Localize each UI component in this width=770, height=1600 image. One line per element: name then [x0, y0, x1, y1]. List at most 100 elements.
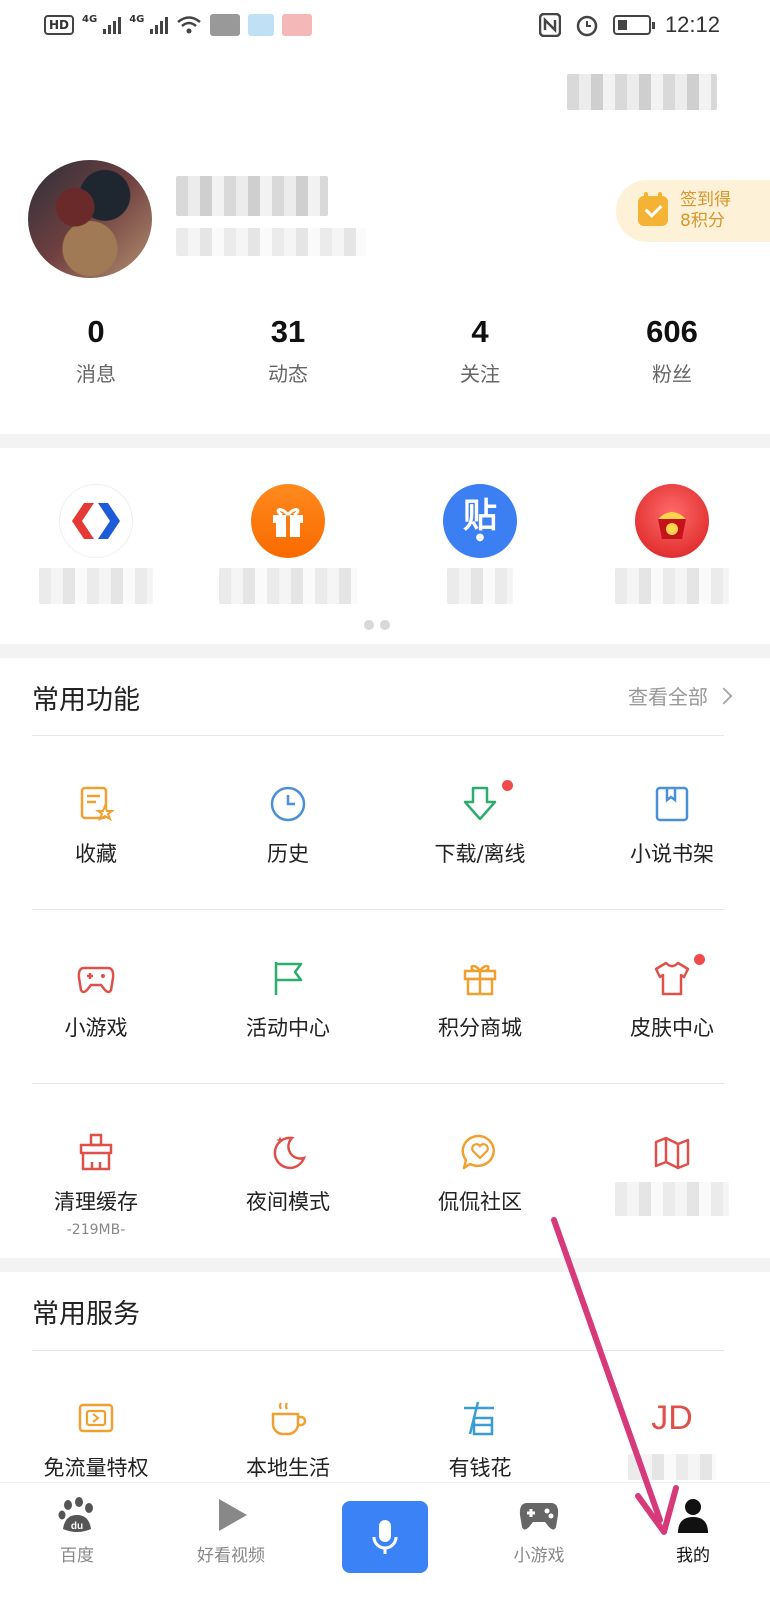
- nav-video[interactable]: 好看视频: [154, 1483, 308, 1600]
- bottom-nav: du 百度 好看视频 小游戏 我的: [0, 1482, 770, 1600]
- network-type-1: 4G: [82, 14, 98, 25]
- nav-mini-games[interactable]: 小游戏: [462, 1483, 616, 1600]
- function-mini-games[interactable]: 小游戏: [0, 958, 192, 1042]
- see-all-label: 查看全部: [628, 685, 708, 709]
- stat-messages[interactable]: 0 消息: [0, 312, 192, 387]
- function-bookshelf[interactable]: 小说书架: [576, 784, 768, 868]
- stat-label: 关注: [460, 362, 500, 386]
- function-night-mode[interactable]: 夜间模式: [192, 1132, 384, 1238]
- common-functions-title: 常用功能: [32, 685, 140, 716]
- tieba-icon: 贴 ●: [443, 484, 517, 558]
- divider: [32, 1083, 724, 1084]
- function-redacted[interactable]: [576, 1132, 768, 1238]
- function-download[interactable]: 下载/离线: [384, 780, 576, 868]
- wifi-icon: [177, 16, 202, 34]
- network-type-2: 4G: [129, 14, 145, 25]
- notification-dot: [502, 780, 513, 791]
- notification-dot: [694, 954, 705, 965]
- shortcut-app-4[interactable]: [576, 484, 768, 604]
- nav-label: 小游戏: [513, 1546, 565, 1566]
- microphone-icon: [372, 1520, 398, 1554]
- see-all-link[interactable]: 查看全部: [628, 681, 733, 710]
- service-free-data[interactable]: 免流量特权: [0, 1398, 192, 1482]
- section-divider: [0, 434, 770, 448]
- signal-icon: [103, 16, 122, 34]
- stat-followers[interactable]: 606 粉丝: [576, 312, 768, 387]
- jd-logo-icon: JD: [651, 1399, 693, 1437]
- redacted-username: [176, 176, 328, 216]
- function-history[interactable]: 历史: [192, 784, 384, 868]
- redacted-app-name: [219, 568, 357, 604]
- function-activity-center[interactable]: 活动中心: [192, 958, 384, 1042]
- flag-icon: [274, 962, 303, 995]
- service-label: 有钱花: [448, 1456, 512, 1480]
- redacted-user-subtitle: [176, 228, 366, 256]
- shortcut-app-tieba[interactable]: 贴 ●: [384, 484, 576, 604]
- stat-posts[interactable]: 31 动态: [192, 312, 384, 387]
- function-community[interactable]: 侃侃社区: [384, 1132, 576, 1238]
- cache-size: -219MB-: [66, 1222, 126, 1238]
- notification-blur: [210, 14, 241, 36]
- baidu-du-text: du: [71, 1521, 83, 1532]
- coffee-cup-icon: [271, 1402, 307, 1436]
- stat-value: 31: [270, 314, 306, 349]
- favorites-icon: [80, 786, 115, 822]
- nav-baidu[interactable]: du 百度: [0, 1483, 154, 1600]
- functions-row-2: 小游戏 活动中心 积分商城 皮肤中心: [0, 954, 770, 1042]
- service-youqianhua[interactable]: 有钱花: [384, 1398, 576, 1482]
- gift-icon: [251, 484, 325, 558]
- function-label: 小游戏: [64, 1016, 128, 1040]
- calendar-check-icon: [638, 192, 668, 226]
- nav-label: 好看视频: [197, 1546, 265, 1566]
- avatar[interactable]: [28, 160, 152, 278]
- service-local-life[interactable]: 本地生活: [192, 1398, 384, 1482]
- function-label: 积分商城: [438, 1016, 522, 1040]
- service-label: 本地生活: [246, 1456, 330, 1480]
- services-row: 免流量特权 本地生活 有钱花 JD: [0, 1398, 770, 1482]
- stat-following[interactable]: 4 关注: [384, 312, 576, 387]
- profile-stats: 0 消息 31 动态 4 关注 606 粉丝: [0, 312, 770, 387]
- clock-icon: [270, 786, 306, 822]
- stat-value: 0: [87, 314, 105, 349]
- function-label: 下载/离线: [434, 842, 526, 866]
- function-favorites[interactable]: 收藏: [0, 784, 192, 868]
- signal-icon-2: [150, 16, 169, 34]
- nav-mine[interactable]: 我的: [616, 1483, 770, 1600]
- shortcut-apps: 贴 ●: [0, 484, 770, 604]
- nav-voice-search[interactable]: [308, 1483, 462, 1600]
- function-label: 侃侃社区: [438, 1190, 522, 1214]
- common-services-title: 常用服务: [32, 1299, 140, 1330]
- alarm-icon: [576, 15, 598, 37]
- function-clear-cache[interactable]: 清理缓存 -219MB-: [0, 1132, 192, 1238]
- open-book-icon: [654, 1136, 690, 1170]
- gamepad-icon: [519, 1503, 559, 1530]
- gift-box-icon: [463, 964, 497, 996]
- function-label: 收藏: [75, 842, 117, 866]
- service-jd[interactable]: JD: [576, 1398, 768, 1482]
- functions-row-3: 清理缓存 -219MB- 夜间模式 侃侃社区: [0, 1132, 770, 1238]
- chevron-right-icon: [715, 687, 733, 704]
- notification-blur-3: [282, 14, 313, 36]
- broom-icon: [79, 1133, 113, 1171]
- functions-row-1: 收藏 历史 下载/离线 小说书架: [0, 780, 770, 868]
- red-envelope-icon: [635, 484, 709, 558]
- download-icon: [463, 786, 497, 821]
- diamond-logo-icon: [59, 484, 133, 558]
- voice-search-button[interactable]: [342, 1501, 428, 1573]
- redacted-header-item[interactable]: [567, 74, 717, 110]
- book-icon: [655, 786, 689, 822]
- divider: [32, 909, 724, 910]
- page-indicator: [364, 620, 390, 630]
- notification-blur-2: [248, 14, 275, 36]
- clock: 12:12: [664, 12, 720, 37]
- hd-badge: HD: [44, 15, 75, 35]
- function-skin-center[interactable]: 皮肤中心: [576, 954, 768, 1042]
- shortcut-app-1[interactable]: [0, 484, 192, 604]
- user-icon: [678, 1499, 708, 1533]
- shortcut-app-2[interactable]: [192, 484, 384, 604]
- function-label: 小说书架: [630, 842, 714, 866]
- sign-in-button[interactable]: 签到得 8积分: [616, 180, 770, 242]
- divider: [32, 735, 724, 736]
- function-label: 皮肤中心: [630, 1016, 714, 1040]
- function-points-mall[interactable]: 积分商城: [384, 958, 576, 1042]
